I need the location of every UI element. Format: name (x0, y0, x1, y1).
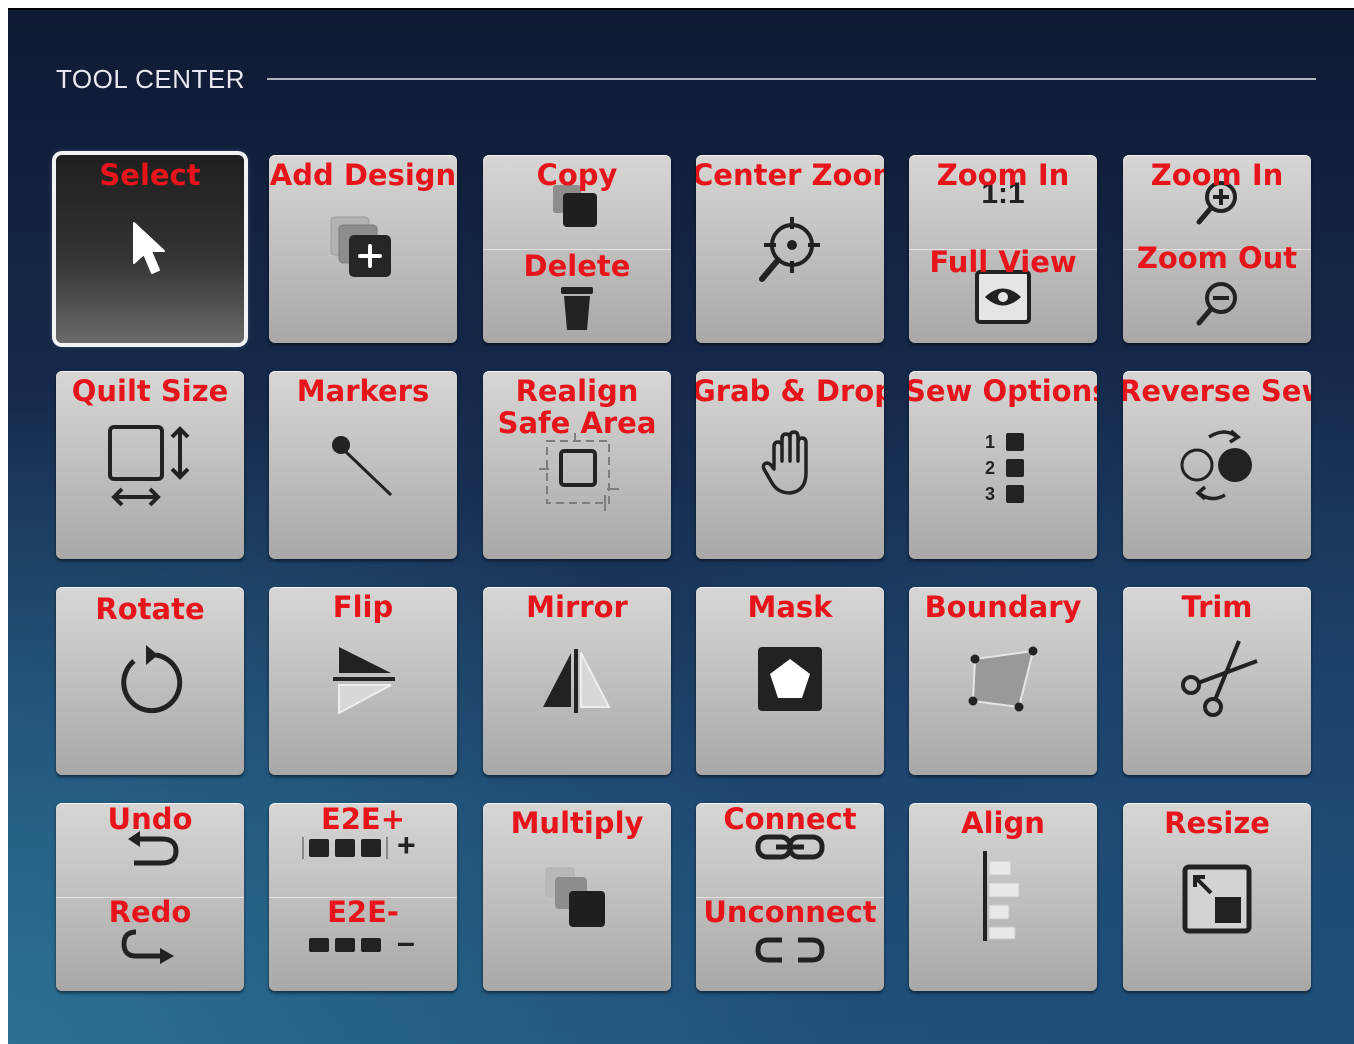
multiply-icon (545, 867, 605, 927)
e2e-minus-glyph: – (397, 924, 415, 960)
sew-options-button[interactable]: Sew Options 1 2 3 (909, 371, 1097, 559)
rotate-label: Rotate (95, 592, 205, 626)
copy-delete-button: Copy Delete (483, 155, 671, 343)
boundary-icon (968, 646, 1038, 712)
safe-area-icon (539, 433, 619, 511)
center-zoom-button[interactable]: Center Zoom (696, 155, 884, 343)
tool-center-header: TOOL CENTER (56, 62, 1316, 96)
grab-drop-label: Grab & Drop (696, 374, 884, 408)
quilt-size-button[interactable]: Quilt Size (56, 371, 244, 559)
connect-unconnect-button: Connect Unconnect (696, 803, 884, 991)
resize-icon (1182, 864, 1252, 934)
zoom-1to1-glyph: 1:1 (981, 177, 1025, 210)
boundary-button[interactable]: Boundary (909, 587, 1097, 775)
flip-icon (333, 647, 395, 715)
scissors-icon (1181, 640, 1258, 717)
multiply-button[interactable]: Multiply (483, 803, 671, 991)
select-button[interactable]: Select (56, 155, 244, 343)
zoom-1to1-button[interactable]: 1:1 Zoom In (909, 155, 1097, 250)
mirror-button[interactable]: Mirror (483, 587, 671, 775)
zoom-in-button[interactable]: Zoom In (1123, 155, 1311, 250)
hand-icon (761, 430, 808, 495)
e2e-minus-button[interactable]: E2E- – (269, 895, 457, 991)
chain-link-icon (755, 834, 825, 860)
redo-button[interactable]: Redo (56, 895, 244, 991)
e2e-plus-button[interactable]: E2E+ + (269, 803, 457, 898)
full-view-button[interactable]: Full View (909, 246, 1097, 343)
delete-label: Delete (523, 249, 631, 283)
redo-label: Redo (108, 895, 192, 929)
e2e-plus-glyph: + (397, 827, 416, 863)
broken-chain-icon (755, 937, 825, 963)
undo-button[interactable]: Undo (56, 803, 244, 898)
center-zoom-label: Center Zoom (696, 158, 884, 192)
realign-safe-area-button[interactable]: Realign Safe Area (483, 371, 671, 559)
sew-number-3: 3 (985, 484, 996, 504)
rotate-button[interactable]: Rotate (56, 587, 244, 775)
arrow-cursor-icon (133, 222, 165, 274)
flip-label: Flip (332, 590, 394, 624)
zoom-out-icon (1196, 282, 1237, 326)
e2e-rows-icon (302, 837, 388, 859)
flip-button[interactable]: Flip (269, 587, 457, 775)
mask-icon (758, 647, 822, 711)
marker-pin-icon (332, 436, 393, 497)
unconnect-label: Unconnect (703, 895, 877, 929)
reverse-sew-label: Reverse Sew (1123, 374, 1311, 408)
resize-label: Resize (1164, 806, 1270, 840)
align-label: Align (961, 806, 1045, 840)
add-design-button[interactable]: Add Design (269, 155, 457, 343)
undo-redo-button: Undo Redo (56, 803, 244, 991)
multiply-label: Multiply (510, 806, 644, 840)
undo-icon (128, 831, 179, 866)
sew-number-1: 1 (985, 432, 996, 452)
center-zoom-icon (759, 217, 820, 282)
zoom-in-icon (1196, 181, 1237, 225)
mirror-label: Mirror (526, 590, 628, 624)
zoom-out-button[interactable]: Zoom Out (1123, 242, 1311, 343)
grab-drop-button[interactable]: Grab & Drop (696, 371, 884, 559)
reverse-sew-icon (1180, 429, 1252, 501)
resize-button[interactable]: Resize (1123, 803, 1311, 991)
markers-button[interactable]: Markers (269, 371, 457, 559)
align-left-icon (983, 851, 1020, 941)
copy-icon (553, 185, 597, 227)
redo-icon (121, 929, 174, 964)
e2e-minus-label: E2E- (327, 895, 399, 929)
mask-button[interactable]: Mask (696, 587, 884, 775)
unconnect-button[interactable]: Unconnect (696, 895, 884, 991)
reverse-sew-button[interactable]: Reverse Sew (1123, 371, 1311, 559)
header-divider (266, 78, 1316, 80)
mask-label: Mask (747, 590, 833, 624)
mirror-icon (543, 649, 611, 713)
trim-button[interactable]: Trim (1123, 587, 1311, 775)
align-button[interactable]: Align (909, 803, 1097, 991)
eye-icon (975, 270, 1031, 324)
add-design-icon (330, 216, 391, 277)
add-design-label: Add Design (269, 158, 457, 192)
copy-button[interactable]: Copy (483, 155, 671, 250)
zoom-in-out-button: Zoom In Zoom Out (1123, 155, 1311, 343)
trash-icon (561, 287, 593, 330)
quilt-size-icon (108, 425, 190, 507)
sew-options-label: Sew Options (909, 374, 1097, 408)
e2e-button: E2E+ + E2E- – (269, 803, 457, 991)
quilt-size-label: Quilt Size (71, 374, 229, 408)
markers-label: Markers (296, 374, 430, 408)
connect-button[interactable]: Connect (696, 803, 884, 898)
tool-center-title: TOOL CENTER (56, 63, 245, 94)
e2e-plus-label: E2E+ (320, 803, 406, 836)
trim-label: Trim (1181, 590, 1253, 624)
select-label: Select (99, 158, 201, 192)
sew-order-squares-icon (1006, 433, 1024, 503)
boundary-label: Boundary (924, 590, 1082, 624)
rotate-icon (121, 645, 183, 714)
delete-button[interactable]: Delete (483, 249, 671, 343)
sew-number-2: 2 (985, 458, 996, 478)
zoom-view-button: 1:1 Zoom In Full View (909, 155, 1097, 343)
e2e-rows-small-icon (309, 938, 381, 952)
sew-order-numbers: 1 2 3 (985, 429, 995, 507)
